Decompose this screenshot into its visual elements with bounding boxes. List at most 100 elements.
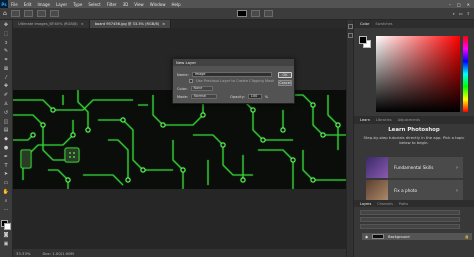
visibility-eye-icon[interactable]: ◉ <box>365 235 368 239</box>
mode-select[interactable]: Normal <box>191 94 218 99</box>
properties-panel-icon[interactable] <box>347 33 353 38</box>
tab-libraries[interactable]: Libraries <box>376 118 392 122</box>
healing-tool-icon[interactable]: ✚ <box>3 84 10 90</box>
learn-description: Step-by-step tutorials directly in the a… <box>363 135 465 146</box>
option-align[interactable] <box>250 10 260 17</box>
lock-row[interactable] <box>360 224 460 229</box>
menu-layer[interactable]: Layer <box>53 2 70 7</box>
shape-tool-icon[interactable]: ▭ <box>3 180 10 187</box>
eyedropper-tool-icon[interactable]: ⁄ <box>3 75 10 82</box>
crop-tool-icon[interactable]: ⌗ <box>3 58 10 64</box>
share-icon[interactable]: ⇪ <box>467 11 470 16</box>
opacity-label: Opacity: <box>230 94 245 99</box>
ok-button[interactable]: OK <box>278 72 292 78</box>
menu-view[interactable]: View <box>131 2 147 7</box>
tab-learn[interactable]: Learn <box>360 118 370 122</box>
marquee-tool-icon[interactable]: ⬚ <box>3 31 10 38</box>
eraser-tool-icon[interactable]: ◫ <box>3 119 10 126</box>
color-swatches[interactable] <box>1 220 11 231</box>
opacity-input[interactable]: 100 <box>247 94 262 99</box>
tab-swatches[interactable]: Swatches <box>375 22 392 26</box>
quick-mask-icon[interactable]: ◙ <box>3 233 10 239</box>
tool-preset-picker[interactable] <box>10 10 20 17</box>
home-icon[interactable]: ⌂ <box>3 10 7 17</box>
gradient-tool-icon[interactable]: ▤ <box>3 128 10 134</box>
workspace-icon[interactable]: ▭ <box>459 11 463 16</box>
opacity-unit: % <box>264 94 269 99</box>
collapsed-panels-strip <box>346 20 354 257</box>
card-label: Fix a photo <box>394 188 418 193</box>
zoom-level[interactable]: 33.33% <box>16 251 30 256</box>
menu-window[interactable]: Window <box>147 2 169 7</box>
layers-panel: Layers Channels Paths ◉ Background 🔒 <box>354 200 474 257</box>
menu-image[interactable]: Image <box>34 2 53 7</box>
blend-mode-row[interactable] <box>360 217 460 222</box>
learn-card-fix-a-photo[interactable]: Fix a photo › <box>366 180 463 201</box>
menu-filter[interactable]: Filter <box>104 2 120 7</box>
option-distribute[interactable] <box>263 10 273 17</box>
history-brush-icon[interactable]: ↺ <box>3 110 10 117</box>
pen-tool-icon[interactable]: ✒ <box>3 154 10 161</box>
maximize-icon[interactable]: □ <box>457 2 461 7</box>
tab-document-1[interactable]: Ultimate Images_BF.60% (RGB/8) × <box>13 20 90 28</box>
lasso-tool-icon[interactable]: ↄ <box>3 40 10 47</box>
type-tool-icon[interactable]: T <box>3 163 10 170</box>
options-right: ⌕ ▭ ⇪ <box>453 11 474 16</box>
lock-icon[interactable]: 🔒 <box>465 235 472 239</box>
tab-layers[interactable]: Layers <box>360 202 371 206</box>
hue-slider[interactable] <box>463 36 468 112</box>
history-panel-icon[interactable] <box>347 24 353 29</box>
tab-channels[interactable]: Channels <box>377 202 393 206</box>
tab-close-icon[interactable]: × <box>81 22 84 26</box>
tab-color[interactable]: Color <box>360 22 369 26</box>
learn-panel-tabs: Learn Libraries Adjustments <box>354 116 474 124</box>
tab-paths[interactable]: Paths <box>399 202 408 206</box>
new-layer-dialog: New Layer Name: Image Use Previous Layer… <box>172 58 295 104</box>
options-bar: ⌂ ⌕ ▭ ⇪ <box>0 8 474 20</box>
layer-name-input[interactable]: Image <box>191 72 272 77</box>
menu-edit[interactable]: Edit <box>21 2 35 7</box>
option-toggle-2[interactable] <box>49 10 59 17</box>
option-toggle[interactable] <box>36 10 46 17</box>
status-bar: 33.33% Doc: 1.00/1.00M <box>13 249 346 257</box>
menu-bar: Ps File Edit Image Layer Type Select Fil… <box>0 0 474 8</box>
menu-help[interactable]: Help <box>168 2 183 7</box>
path-select-tool-icon[interactable]: ➤ <box>3 172 10 178</box>
layer-row-background[interactable]: ◉ Background 🔒 <box>362 233 472 240</box>
tab-adjustments[interactable]: Adjustments <box>398 118 421 122</box>
search-icon[interactable]: ⌕ <box>453 11 455 16</box>
dodge-tool-icon[interactable]: ● <box>3 145 10 152</box>
mode-selector[interactable] <box>23 10 33 17</box>
quick-select-tool-icon[interactable]: ✎ <box>3 49 10 55</box>
brush-tool-icon[interactable]: ✐ <box>3 93 10 99</box>
cancel-button[interactable]: Cancel <box>278 80 292 86</box>
layer-filter-row[interactable] <box>360 210 460 215</box>
close-icon[interactable]: ✕ <box>467 2 470 7</box>
circuit-board-image[interactable] <box>13 90 346 189</box>
tab-close-icon[interactable]: × <box>162 22 165 26</box>
menu-3d[interactable]: 3D <box>120 2 132 7</box>
mode-row: Mode: Normal Opacity: 100 % <box>177 94 268 99</box>
document-tabs: Ultimate Images_BF.60% (RGB/8) × board 9… <box>13 20 346 28</box>
zoom-tool-icon[interactable]: ⌕ <box>3 198 10 205</box>
minimize-icon[interactable]: – <box>449 2 451 7</box>
clip-checkbox[interactable] <box>189 79 193 83</box>
blur-tool-icon[interactable]: ◆ <box>3 137 10 143</box>
color-picker-field[interactable] <box>376 36 460 112</box>
stamp-tool-icon[interactable]: ♙ <box>3 101 10 108</box>
panel-foreground-color[interactable] <box>359 36 367 44</box>
learn-card-fundamental-skills[interactable]: Fundamental Skills › <box>366 157 463 178</box>
color-swatch[interactable] <box>236 10 247 17</box>
tab-document-2[interactable]: board 957456.jpg @ 33.3% (RGB/8) × <box>89 20 172 28</box>
learn-title: Learn Photoshop <box>388 127 440 133</box>
menu-select[interactable]: Select <box>85 2 103 7</box>
screen-mode-icon[interactable]: ▣ <box>3 242 10 248</box>
color-select[interactable]: None <box>190 86 213 91</box>
hand-tool-icon[interactable]: ✋ <box>3 189 10 196</box>
frame-tool-icon[interactable]: ⊠ <box>3 66 10 73</box>
menu-file[interactable]: File <box>8 2 21 7</box>
background-color[interactable] <box>4 223 11 231</box>
more-tools-icon[interactable]: … <box>3 207 10 213</box>
menu-type[interactable]: Type <box>70 2 85 7</box>
move-tool-icon[interactable]: ✥ <box>3 22 10 29</box>
